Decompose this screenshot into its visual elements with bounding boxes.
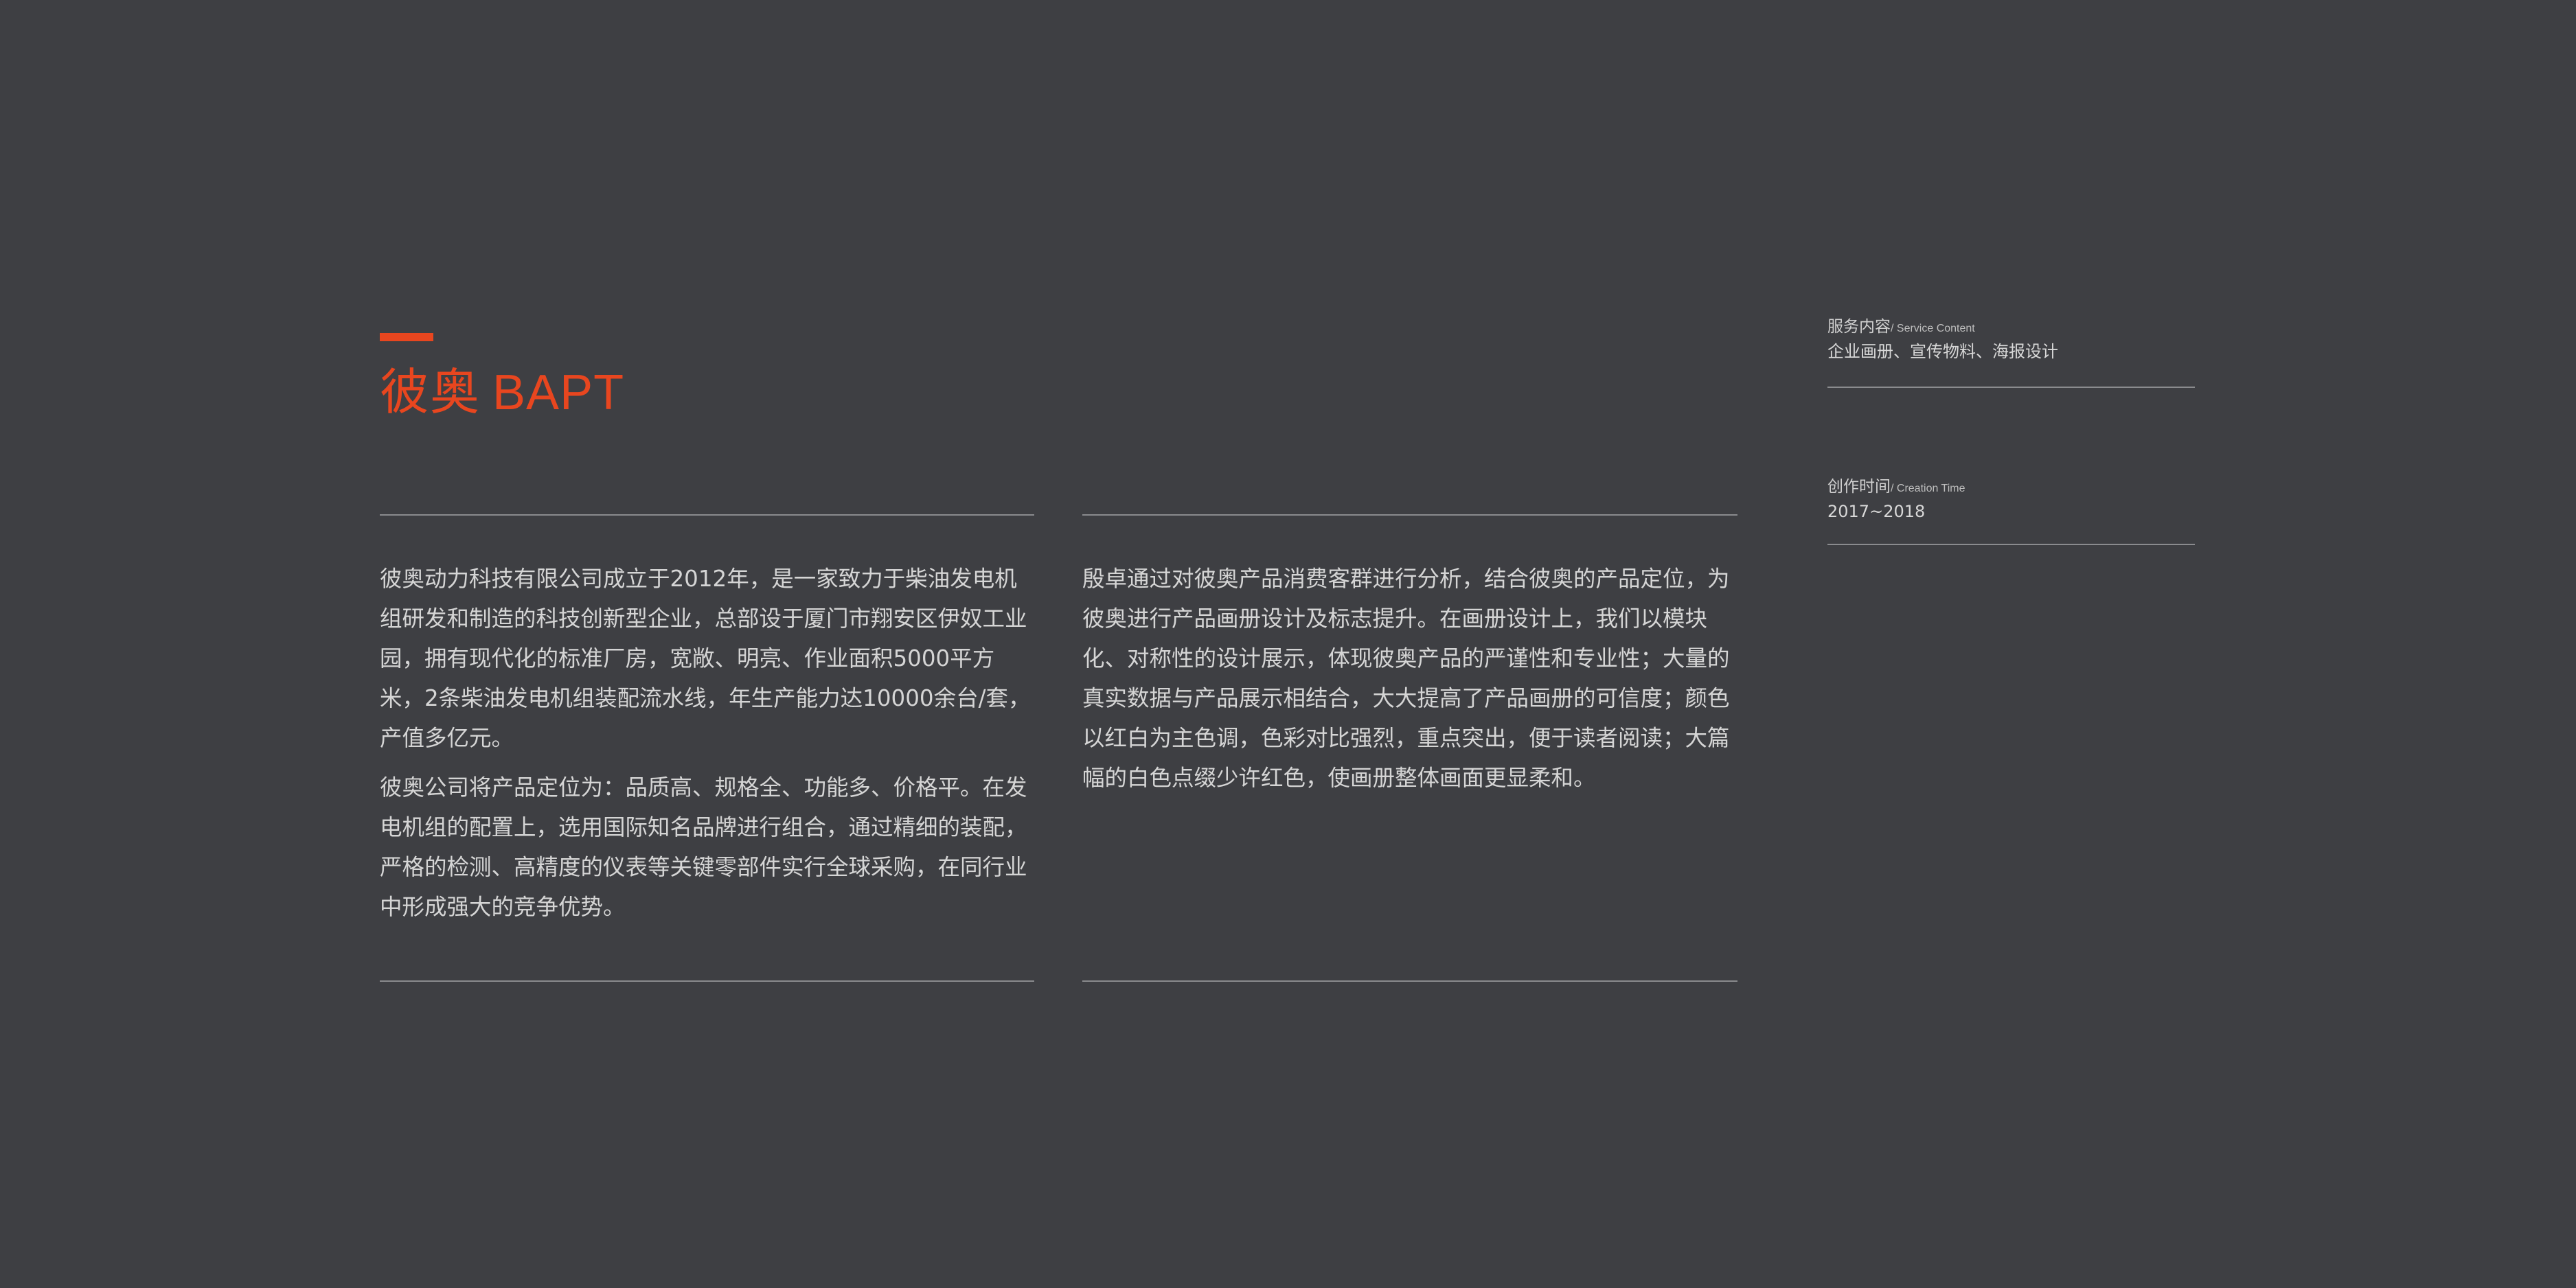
service-content-block: 服务内容/ Service Content 企业画册、宣传物料、海报设计 [1827,316,2195,363]
divider-middle-bottom [1082,980,1737,982]
service-label-cn: 服务内容 [1827,318,1891,336]
divider-left-top [380,514,1034,516]
title-accent-bar [380,333,433,341]
creation-time-block: 创作时间/ Creation Time 2017~2018 [1827,476,2195,523]
time-label-cn: 创作时间 [1827,478,1891,496]
company-positioning-paragraph: 彼奥公司将产品定位为：品质高、规格全、功能多、价格平。在发电机组的配置上，选用国… [380,774,1027,920]
design-description-column: 殷卓通过对彼奥产品消费客群进行分析，结合彼奥的产品定位，为彼奥进行产品画册设计及… [1082,559,1737,807]
creation-time-value: 2017~2018 [1827,502,1926,521]
title-chinese: 彼奥 [380,363,481,421]
title-english: BAPT [492,365,625,420]
company-intro-column: 彼奥动力科技有限公司成立于2012年，是一家致力于柴油发电机组研发和制造的科技创… [380,559,1034,936]
divider-middle-top [1082,514,1737,516]
time-label-en: / Creation Time [1891,483,1965,494]
company-intro-paragraph: 彼奥动力科技有限公司成立于2012年，是一家致力于柴油发电机组研发和制造的科技创… [380,566,1031,751]
divider-service [1827,387,2195,388]
divider-time [1827,544,2195,545]
service-content-value: 企业画册、宣传物料、海报设计 [1827,342,2058,361]
service-content-label: 服务内容/ Service Content [1827,316,2195,340]
service-label-en: / Service Content [1891,323,1975,334]
divider-left-bottom [380,980,1034,982]
design-description-paragraph: 殷卓通过对彼奥产品消费客群进行分析，结合彼奥的产品定位，为彼奥进行产品画册设计及… [1082,566,1730,791]
creation-time-label: 创作时间/ Creation Time [1827,476,2195,500]
page-title: 彼奥 BAPT [380,367,624,417]
